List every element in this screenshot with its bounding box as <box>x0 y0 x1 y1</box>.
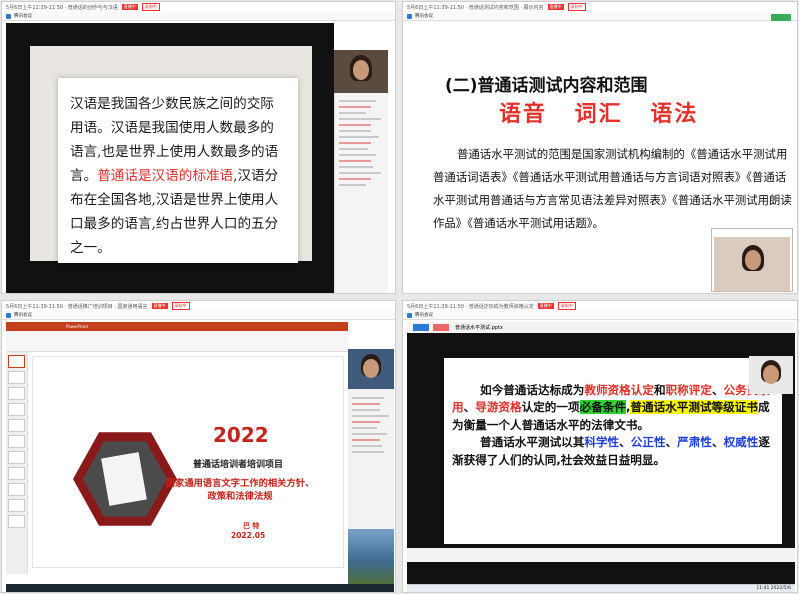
slide-paragraph-2: 普通话水平测试以其科学性、公正性、严肃性、权威性逐渐获得了人们的认同,社会效益日… <box>452 435 770 467</box>
slide-paragraph-1: 如今普通话达标成为教师资格认定和职称评定、公务员录用、导游资格认定的一项必备条件… <box>452 383 770 432</box>
slide-thumbnail[interactable] <box>8 387 25 400</box>
slide-year: 2022 <box>213 423 269 447</box>
shared-screen: 汉语是我国各少数民族之间的交际用语。汉语是我国使用人数最多的语言,也是世界上使用… <box>6 23 334 293</box>
browser-icon[interactable] <box>22 592 27 593</box>
slide-highlight: 普通话是汉语的标准语 <box>97 168 234 184</box>
shared-screen: 普通话水平测试.pptx 如今普通话达标成为教师资格认定和职称评定、公务员录用、… <box>407 322 795 584</box>
window-title: 腾讯会议 <box>415 313 433 318</box>
live-badge: 直播中 <box>151 303 168 309</box>
record-badge: 录制中 <box>171 302 190 310</box>
slide-subtitle: 国家通用语言文字工作的相关方针、政策和法律法规 <box>165 478 315 502</box>
caption-text: 5月6日上午11:39-11:50 · 普通话的创作与与汉语 <box>6 4 118 11</box>
clock: 11:41 2022/5/6 <box>756 586 791 591</box>
app-logo-icon <box>407 13 412 19</box>
slide-document: 如今普通话达标成为教师资格认定和职称评定、公务员录用、导游资格认定的一项必备条件… <box>444 358 782 544</box>
window-titlebar: 腾讯会议 <box>2 311 395 320</box>
slide-thumbnail[interactable] <box>8 419 25 432</box>
video-tile-1[interactable]: 5月6日上午11:39-11:50 · 普通话的创作与与汉语 直播中 录制中 腾… <box>1 1 396 294</box>
slide-project: 普通话培训者培训项目 <box>193 460 284 470</box>
tile-caption: 5月6日上午11:39-11:50 · 普通话推广培训项目 · 国家通用语言 直… <box>2 301 395 311</box>
folder-icon[interactable] <box>36 592 41 593</box>
slide-thumbnail[interactable] <box>8 515 25 528</box>
ppt-titlebar: PowerPoint <box>6 322 348 331</box>
record-badge: 录制中 <box>141 3 160 11</box>
caption-text: 5月6日上午11:39-11:50 · 普通话测试内容和范围 · 展示内容 <box>407 4 544 11</box>
tile-caption: 5月6日上午11:39-11:50 · 普通话达标成为教师资格认定 直播中 录制… <box>403 301 797 311</box>
live-badge: 直播中 <box>121 4 138 10</box>
slide-title: (二)普通话测试内容和范围 <box>445 76 648 96</box>
notebook-image <box>101 452 147 506</box>
webcam-window[interactable] <box>711 228 793 292</box>
webcam-video <box>334 50 388 93</box>
slide-thumbnail[interactable] <box>8 483 25 496</box>
window-titlebar: 腾讯会议 <box>403 12 797 21</box>
app-logo-icon <box>6 312 11 318</box>
slide-thumbnails[interactable] <box>6 352 28 574</box>
file-name: 普通话水平测试.pptx <box>455 325 503 331</box>
video-tile-4[interactable]: 5月6日上午11:39-11:50 · 普通话达标成为教师资格认定 直播中 录制… <box>402 300 798 593</box>
slide-thumbnail[interactable] <box>8 499 25 512</box>
taskbar[interactable]: 11:41 2022/5/6 <box>407 584 795 592</box>
window-title: 腾讯会议 <box>415 14 433 19</box>
slide-canvas: 2022 普通话培训者培训项目 国家通用语言文字工作的相关方针、政策和法律法规 … <box>32 356 344 568</box>
video-tile-3[interactable]: 5月6日上午11:39-11:50 · 普通话推广培训项目 · 国家通用语言 直… <box>1 300 396 593</box>
tile-caption: 5月6日上午11:39-11:50 · 普通话的创作与与汉语 直播中 录制中 <box>2 2 395 12</box>
video-tile-2[interactable]: 5月6日上午11:39-11:50 · 普通话测试内容和范围 · 展示内容 直播… <box>402 1 798 294</box>
taskbar[interactable] <box>6 584 394 593</box>
slide-keywords: 语音 词汇 语法 <box>499 101 699 127</box>
slide-thumbnail[interactable] <box>8 435 25 448</box>
app-logo-icon <box>6 13 11 19</box>
window-title: 腾讯会议 <box>14 313 32 318</box>
record-badge: 录制中 <box>557 302 576 310</box>
slide-date: 2022.05 <box>231 531 266 540</box>
tile-caption: 5月6日上午11:39-11:50 · 普通话测试内容和范围 · 展示内容 直播… <box>403 2 797 12</box>
ppt-title: PowerPoint <box>66 324 89 329</box>
slide-thumbnail[interactable] <box>8 371 25 384</box>
slide-text-card: 汉语是我国各少数民族之间的交际用语。汉语是我国使用人数最多的语言,也是世界上使用… <box>58 78 298 263</box>
window-title: 腾讯会议 <box>14 14 32 19</box>
webcam-video <box>749 356 793 394</box>
wallpaper-image <box>348 529 394 584</box>
toolbar-button[interactable] <box>771 14 791 21</box>
slide-paragraph: 普通话水平测试的范围是国家测试机构编制的《普通话水平测试用普通话词语表》《普通话… <box>433 147 792 230</box>
slide-thumbnail[interactable] <box>8 467 25 480</box>
caption-text: 5月6日上午11:39-11:50 · 普通话达标成为教师资格认定 <box>407 303 534 310</box>
webcam-video <box>714 237 790 291</box>
webcam-video <box>348 349 394 389</box>
file-tab[interactable] <box>433 324 449 331</box>
record-badge: 录制中 <box>567 3 586 11</box>
powerpoint-icon[interactable] <box>50 592 55 593</box>
slide-thumbnail[interactable] <box>8 355 25 368</box>
app-logo-icon <box>407 312 412 318</box>
slide-controls[interactable] <box>407 548 795 562</box>
powerpoint-window: PowerPoint 2022 普通话培训者培训项目 国家通用语言文字工作的相关… <box>6 322 348 584</box>
live-badge: 直播中 <box>537 303 554 309</box>
live-badge: 直播中 <box>547 4 564 10</box>
caption-text: 5月6日上午11:39-11:50 · 普通话推广培训项目 · 国家通用语言 <box>6 303 148 310</box>
slide-author: 巴 特 <box>243 522 260 530</box>
window-titlebar: 腾讯会议 <box>403 311 797 320</box>
slide-thumbnail[interactable] <box>8 403 25 416</box>
slide-thumbnail[interactable] <box>8 451 25 464</box>
courseware-tab[interactable] <box>413 324 429 331</box>
viewer-toolbar[interactable]: 普通话水平测试.pptx <box>407 322 795 333</box>
window-titlebar: 腾讯会议 <box>2 12 395 21</box>
ppt-ribbon[interactable]: PowerPoint <box>6 322 348 352</box>
start-icon[interactable] <box>8 592 13 593</box>
